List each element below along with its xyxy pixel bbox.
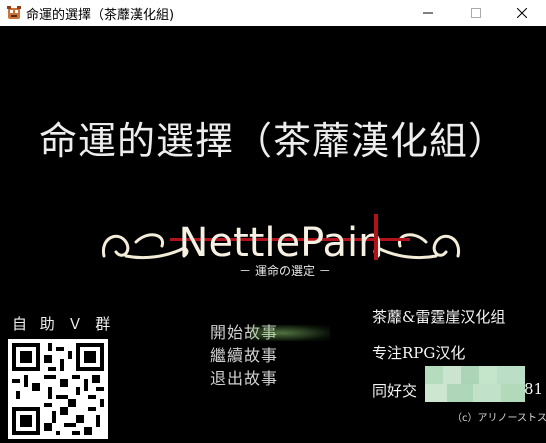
maximize-button[interactable]	[456, 0, 496, 26]
minimize-icon	[423, 8, 433, 18]
game-screen[interactable]: 命運的選擇（茶蘼漢化組） NettlePain － 運命の選定 － 自 助 Ｖ …	[0, 26, 546, 443]
menu-item-continue[interactable]: 繼續故事	[210, 344, 278, 367]
credit-tagline: 专注RPG汉化	[372, 344, 466, 362]
qr-group-label: 自 助 Ｖ 群	[12, 315, 115, 333]
maximize-icon	[471, 8, 481, 18]
game-app-icon	[6, 5, 22, 21]
game-title: 命運的選擇（茶蘼漢化組）	[38, 119, 507, 163]
minimize-button[interactable]	[408, 0, 448, 26]
close-button[interactable]	[502, 0, 542, 26]
menu-item-exit[interactable]: 退出故事	[210, 367, 278, 390]
logo-text: NettlePain	[179, 220, 384, 266]
menu-item-new-game[interactable]: 開始故事	[210, 321, 331, 344]
title-menu: 開始故事 繼續故事 退出故事	[210, 321, 331, 390]
censor-blur-patch	[425, 366, 525, 402]
credit-group-contact: 同好交	[372, 382, 418, 400]
logo-dagger	[374, 214, 378, 260]
game-window: 命運的選擇（茶蘼漢化組) 命運的選擇（茶蘼漢化組） NettlePain － 運…	[0, 0, 546, 443]
title-bar[interactable]: 命運的選擇（茶蘼漢化組)	[0, 0, 546, 26]
credit-translator-group: 茶蘼&雷霆崖汉化组	[372, 308, 506, 326]
window-title: 命運的選擇（茶蘼漢化組)	[26, 8, 175, 23]
close-icon	[517, 8, 527, 18]
copyright-notice: （c）アリノーストス	[452, 413, 546, 424]
credit-group-contact-tail: 81	[524, 380, 544, 398]
qr-code	[8, 339, 108, 439]
logo-subtitle: － 運命の選定 －	[239, 264, 331, 278]
